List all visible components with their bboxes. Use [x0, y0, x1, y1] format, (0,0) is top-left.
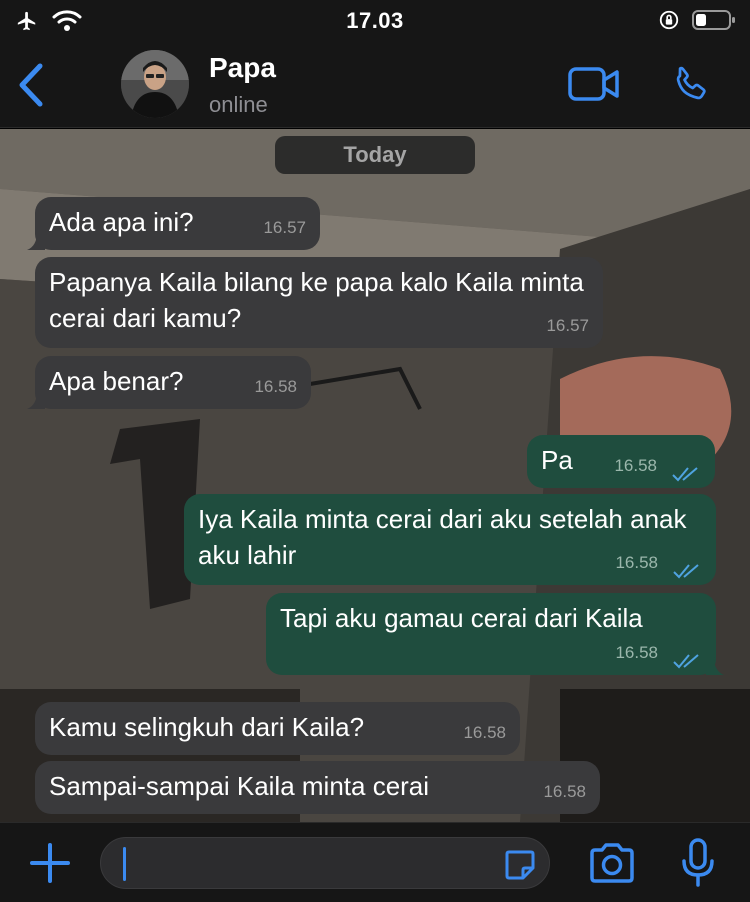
message-incoming[interactable]: Kamu selingkuh dari Kaila? 16.58 — [35, 702, 520, 755]
contact-name[interactable]: Papa — [209, 52, 276, 84]
message-incoming[interactable]: Apa benar? 16.58 — [27, 356, 311, 409]
status-time: 17.03 — [346, 8, 404, 33]
camera-icon — [590, 843, 634, 883]
microphone-icon — [682, 838, 714, 887]
chevron-left-icon — [19, 63, 43, 107]
video-call-icon — [568, 67, 619, 101]
attach-button[interactable] — [28, 841, 72, 885]
message-incoming[interactable]: Papanya Kaila bilang ke papa kalo Kaila … — [35, 257, 603, 348]
message-time: 16.58 — [615, 553, 658, 572]
back-button[interactable] — [14, 62, 50, 108]
sticker-icon — [505, 850, 535, 880]
message-outgoing[interactable]: Iya Kaila minta cerai dari aku setelah a… — [184, 494, 716, 585]
phone-icon — [676, 66, 706, 100]
message-text: Papanya Kaila bilang ke papa kalo Kaila … — [49, 267, 584, 333]
camera-button[interactable] — [588, 841, 636, 885]
message-input[interactable] — [100, 837, 550, 889]
message-text: Pa — [541, 445, 573, 475]
chat-area[interactable]: Today Ada apa ini? 16.57 Papanya Kaila b… — [0, 129, 750, 822]
contact-status: online — [209, 92, 268, 117]
bubble-tail — [706, 657, 724, 675]
plus-icon — [30, 843, 70, 883]
read-ticks-icon — [673, 654, 699, 669]
message-time: 16.58 — [463, 723, 506, 742]
microphone-button[interactable] — [680, 837, 716, 889]
message-time: 16.58 — [614, 456, 657, 475]
text-caret — [123, 847, 126, 881]
read-ticks-icon — [672, 467, 698, 482]
message-incoming[interactable]: Sampai-sampai Kaila minta cerai 16.58 — [35, 761, 600, 814]
read-ticks-icon — [673, 564, 699, 579]
input-bar — [0, 822, 750, 902]
status-bar: 17.03 — [0, 0, 750, 42]
sticker-button[interactable] — [503, 848, 537, 882]
orientation-lock-icon — [659, 10, 679, 30]
message-outgoing[interactable]: Tapi aku gamau cerai dari Kaila 16.58 — [266, 593, 724, 675]
message-text: Ada apa ini? — [49, 207, 194, 237]
message-incoming[interactable]: Ada apa ini? 16.57 — [27, 197, 320, 250]
avatar[interactable] — [121, 50, 189, 118]
message-text: Apa benar? — [49, 366, 184, 396]
message-time: 16.58 — [254, 377, 297, 396]
message-time: 16.57 — [263, 218, 306, 237]
message-time: 16.57 — [546, 316, 589, 335]
chat-header: Papa online — [0, 42, 750, 128]
battery-icon — [692, 10, 735, 30]
message-time: 16.58 — [543, 782, 586, 801]
message-outgoing[interactable]: Pa 16.58 — [527, 435, 715, 488]
message-text: Sampai-sampai Kaila minta cerai — [49, 771, 430, 801]
message-text: Tapi aku gamau cerai dari Kaila — [280, 603, 643, 633]
video-call-button[interactable] — [568, 66, 620, 102]
message-time: 16.58 — [615, 643, 658, 662]
message-text: Kamu selingkuh dari Kaila? — [49, 712, 365, 742]
voice-call-button[interactable] — [668, 64, 712, 108]
bubble-tail — [27, 232, 45, 250]
profile-photo — [121, 50, 189, 118]
bubble-tail — [27, 391, 45, 409]
date-chip: Today — [275, 136, 475, 174]
